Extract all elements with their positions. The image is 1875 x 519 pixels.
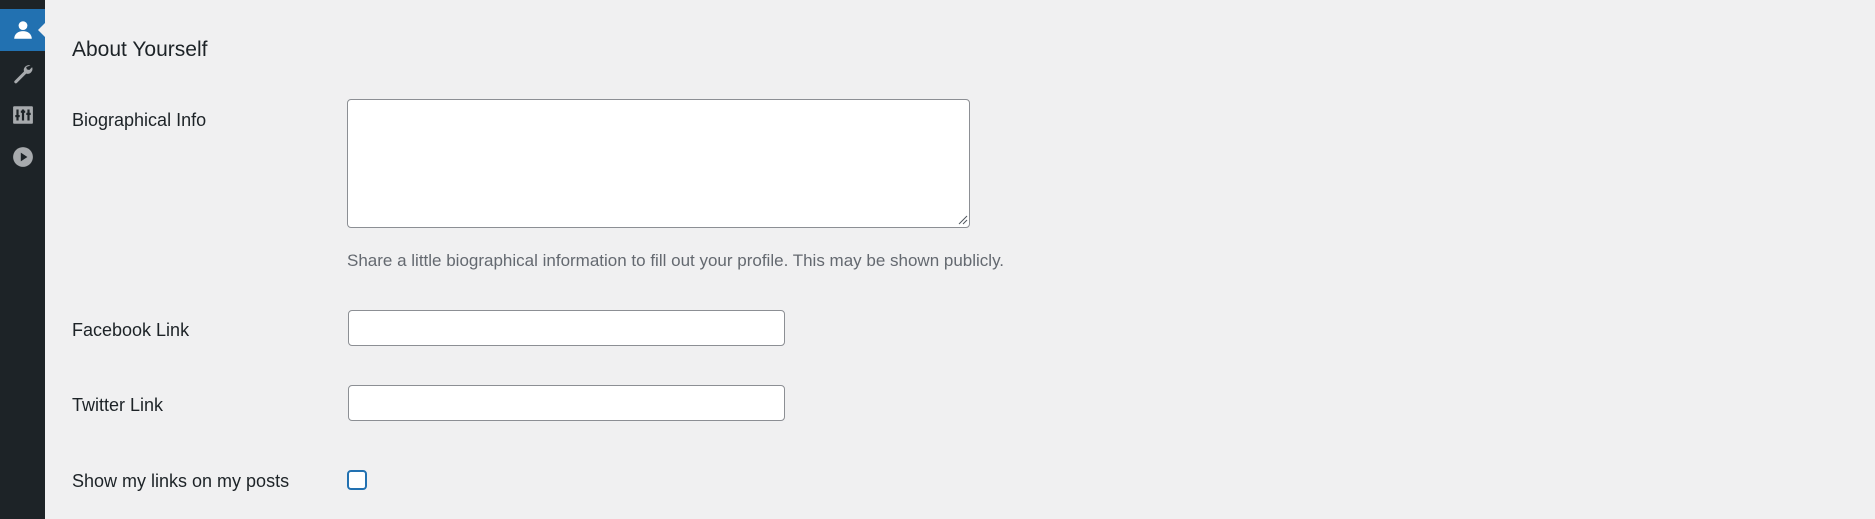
active-pointer (38, 22, 46, 38)
sidebar-item-media[interactable] (0, 136, 45, 178)
wrench-icon (12, 62, 34, 84)
bio-hint: Share a little biographical information … (347, 251, 1005, 270)
show-links-checkbox[interactable] (347, 470, 367, 490)
show-links-label: Show my links on my posts (72, 471, 290, 491)
bio-textarea[interactable] (347, 99, 970, 228)
twitter-label: Twitter Link (72, 395, 164, 415)
profile-form: About Yourself Biographical Info Share a… (72, 0, 1875, 519)
play-icon (12, 146, 34, 168)
resize-grip-icon[interactable] (958, 215, 968, 225)
twitter-link-input[interactable] (348, 385, 785, 421)
sidebar-item-users[interactable] (0, 9, 46, 51)
section-title: About Yourself (72, 38, 208, 61)
settings-sliders-icon (12, 104, 34, 126)
admin-sidebar (0, 0, 46, 519)
sidebar-item-tools[interactable] (0, 52, 45, 94)
sidebar-item-settings[interactable] (0, 94, 45, 136)
facebook-label: Facebook Link (72, 320, 190, 340)
facebook-link-input[interactable] (348, 310, 785, 346)
bio-label: Biographical Info (72, 110, 207, 130)
user-icon (12, 19, 34, 41)
